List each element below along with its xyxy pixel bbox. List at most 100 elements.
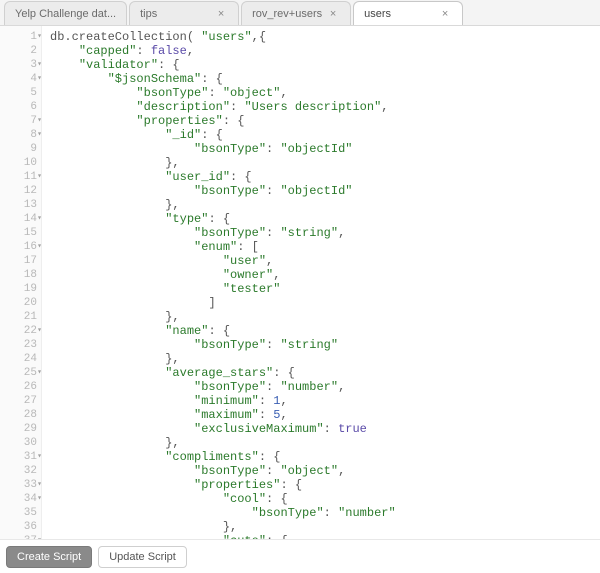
fold-toggle-icon[interactable]: ▾ [37, 366, 42, 380]
line-number: 19 [0, 282, 41, 296]
create-script-button[interactable]: Create Script [6, 546, 92, 568]
fold-toggle-icon[interactable]: ▾ [37, 128, 42, 142]
line-number: 9 [0, 142, 41, 156]
fold-toggle-icon[interactable]: ▾ [37, 324, 42, 338]
code-line[interactable]: }, [50, 310, 600, 324]
code-line[interactable]: "enum": [ [50, 240, 600, 254]
code-line[interactable]: "owner", [50, 268, 600, 282]
code-line[interactable]: "bsonType": "objectId" [50, 184, 600, 198]
button-label: Create Script [17, 551, 81, 563]
code-line[interactable]: "user", [50, 254, 600, 268]
line-number: 36 [0, 520, 41, 534]
code-line[interactable]: "name": { [50, 324, 600, 338]
tab-bar: Yelp Challenge dat... tips × rov_rev+use… [0, 0, 600, 26]
line-number: 27 [0, 394, 41, 408]
fold-toggle-icon[interactable]: ▾ [37, 240, 42, 254]
line-number: 17 [0, 254, 41, 268]
fold-toggle-icon[interactable]: ▾ [37, 212, 42, 226]
line-number: 6 [0, 100, 41, 114]
code-line[interactable]: "bsonType": "string", [50, 226, 600, 240]
tab-tips[interactable]: tips × [129, 1, 239, 25]
line-number: 33▾ [0, 478, 41, 492]
code-line[interactable]: "$jsonSchema": { [50, 72, 600, 86]
line-number: 25▾ [0, 366, 41, 380]
line-number: 30 [0, 436, 41, 450]
line-number: 16▾ [0, 240, 41, 254]
code-line[interactable]: "cool": { [50, 492, 600, 506]
line-number: 21 [0, 310, 41, 324]
code-line[interactable]: "type": { [50, 212, 600, 226]
code-line[interactable]: "tester" [50, 282, 600, 296]
code-line[interactable]: "properties": { [50, 478, 600, 492]
line-number-gutter: 1▾23▾4▾567▾8▾91011▾121314▾1516▾171819202… [0, 26, 42, 539]
line-number: 20 [0, 296, 41, 310]
close-icon[interactable]: × [438, 8, 452, 20]
code-line[interactable]: "minimum": 1, [50, 394, 600, 408]
line-number: 31▾ [0, 450, 41, 464]
line-number: 35 [0, 506, 41, 520]
code-line[interactable]: "compliments": { [50, 450, 600, 464]
line-number: 14▾ [0, 212, 41, 226]
code-line[interactable]: "bsonType": "number" [50, 506, 600, 520]
code-line[interactable]: "user_id": { [50, 170, 600, 184]
code-line[interactable]: }, [50, 436, 600, 450]
code-area[interactable]: db.createCollection( "users",{ "capped":… [42, 26, 600, 539]
footer-toolbar: Create Script Update Script [0, 539, 600, 573]
code-line[interactable]: "maximum": 5, [50, 408, 600, 422]
code-line[interactable]: db.createCollection( "users",{ [50, 30, 600, 44]
line-number: 8▾ [0, 128, 41, 142]
line-number: 34▾ [0, 492, 41, 506]
line-number: 29 [0, 422, 41, 436]
line-number: 11▾ [0, 170, 41, 184]
code-line[interactable]: "bsonType": "number", [50, 380, 600, 394]
tab-users[interactable]: users × [353, 1, 463, 25]
fold-toggle-icon[interactable]: ▾ [37, 72, 42, 86]
code-line[interactable]: "average_stars": { [50, 366, 600, 380]
code-line[interactable]: "bsonType": "object", [50, 86, 600, 100]
line-number: 1▾ [0, 30, 41, 44]
line-number: 2 [0, 44, 41, 58]
code-line[interactable]: }, [50, 198, 600, 212]
line-number: 5 [0, 86, 41, 100]
line-number: 32 [0, 464, 41, 478]
code-line[interactable]: "bsonType": "objectId" [50, 142, 600, 156]
tab-label: Yelp Challenge dat... [15, 8, 116, 20]
fold-toggle-icon[interactable]: ▾ [37, 170, 42, 184]
code-line[interactable]: ] [50, 296, 600, 310]
code-editor[interactable]: 1▾23▾4▾567▾8▾91011▾121314▾1516▾171819202… [0, 26, 600, 539]
close-icon[interactable]: × [214, 8, 228, 20]
line-number: 4▾ [0, 72, 41, 86]
tab-yelp-challenge[interactable]: Yelp Challenge dat... [4, 1, 127, 25]
fold-toggle-icon[interactable]: ▾ [37, 450, 42, 464]
line-number: 28 [0, 408, 41, 422]
tab-rov-rev-users[interactable]: rov_rev+users × [241, 1, 351, 25]
code-line[interactable]: "capped": false, [50, 44, 600, 58]
line-number: 23 [0, 338, 41, 352]
fold-toggle-icon[interactable]: ▾ [37, 114, 42, 128]
update-script-button[interactable]: Update Script [98, 546, 187, 568]
fold-toggle-icon[interactable]: ▾ [37, 30, 42, 44]
fold-toggle-icon[interactable]: ▾ [37, 58, 42, 72]
code-line[interactable]: }, [50, 520, 600, 534]
line-number: 3▾ [0, 58, 41, 72]
code-line[interactable]: }, [50, 352, 600, 366]
fold-toggle-icon[interactable]: ▾ [37, 492, 42, 506]
code-line[interactable]: "validator": { [50, 58, 600, 72]
line-number: 24 [0, 352, 41, 366]
code-line[interactable]: "exclusiveMaximum": true [50, 422, 600, 436]
close-icon[interactable]: × [326, 8, 340, 20]
fold-toggle-icon[interactable]: ▾ [37, 478, 42, 492]
line-number: 26 [0, 380, 41, 394]
code-line[interactable]: "properties": { [50, 114, 600, 128]
code-line[interactable]: "bsonType": "object", [50, 464, 600, 478]
line-number: 22▾ [0, 324, 41, 338]
line-number: 10 [0, 156, 41, 170]
code-line[interactable]: "bsonType": "string" [50, 338, 600, 352]
code-line[interactable]: "_id": { [50, 128, 600, 142]
line-number: 18 [0, 268, 41, 282]
line-number: 13 [0, 198, 41, 212]
line-number: 12 [0, 184, 41, 198]
tab-label: rov_rev+users [252, 8, 326, 20]
code-line[interactable]: "description": "Users description", [50, 100, 600, 114]
code-line[interactable]: }, [50, 156, 600, 170]
